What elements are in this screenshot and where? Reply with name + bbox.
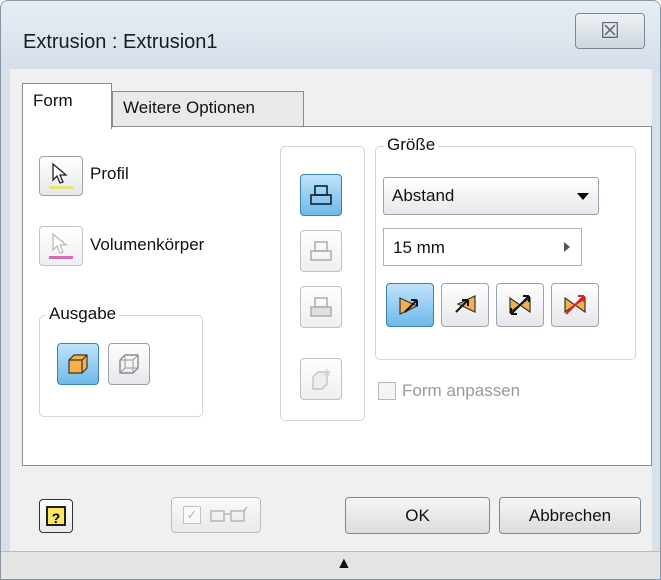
surface-output-icon bbox=[119, 354, 139, 374]
cursor-arrow-icon bbox=[49, 162, 73, 189]
chevron-down-icon bbox=[577, 193, 589, 200]
tab-weitere-optionen[interactable]: Weitere Optionen bbox=[112, 91, 304, 127]
dialog-title: Extrusion : Extrusion1 bbox=[23, 31, 218, 53]
distance-input[interactable]: 15 mm bbox=[383, 228, 582, 266]
solid-output-icon bbox=[68, 354, 88, 374]
match-shape-checkbox[interactable] bbox=[378, 382, 396, 400]
dialog-client: Form Weitere Optionen Profil Volumenkörp… bbox=[10, 69, 652, 565]
form-tab-panel: Profil Volumenkörper Ausgabe Größe Absta… bbox=[22, 126, 652, 466]
size-legend: Größe bbox=[384, 135, 439, 155]
asymmetric-button[interactable] bbox=[551, 283, 599, 327]
collapse-arrow-icon: ▲ bbox=[336, 555, 352, 572]
distance-flyout-arrow-icon[interactable] bbox=[564, 242, 570, 252]
help-button[interactable]: ? bbox=[39, 499, 73, 533]
intersect-button[interactable] bbox=[300, 286, 342, 328]
expand-strip[interactable]: ▲ bbox=[1, 551, 660, 579]
title-bar[interactable]: Extrusion : Extrusion1 ☒ bbox=[1, 1, 660, 69]
output-surface-button[interactable] bbox=[108, 343, 150, 385]
asymmetric-icon bbox=[564, 295, 586, 315]
cursor-arrow-disabled-icon bbox=[49, 232, 73, 259]
ok-button[interactable]: OK bbox=[345, 497, 490, 534]
join-icon bbox=[310, 185, 332, 205]
new-solid-icon bbox=[312, 368, 331, 390]
cut-button[interactable] bbox=[300, 230, 342, 272]
cancel-button[interactable]: Abbrechen bbox=[499, 497, 641, 534]
output-group: Ausgabe bbox=[39, 304, 203, 417]
cut-icon bbox=[310, 241, 332, 261]
extent-dropdown[interactable]: Abstand bbox=[383, 177, 599, 215]
output-legend: Ausgabe bbox=[46, 304, 120, 324]
join-button[interactable] bbox=[300, 174, 342, 216]
profile-select-button[interactable] bbox=[39, 156, 83, 196]
solid-select-button[interactable] bbox=[39, 226, 83, 266]
preview-checkbox-icon: ✓ bbox=[183, 506, 201, 524]
symmetric-icon bbox=[509, 295, 531, 315]
close-icon: ☒ bbox=[600, 18, 620, 43]
help-icon: ? bbox=[46, 506, 66, 526]
direction-2-icon bbox=[455, 295, 476, 313]
solid-label: Volumenkörper bbox=[90, 235, 205, 254]
direction-1-icon bbox=[399, 297, 419, 315]
direction-1-button[interactable] bbox=[386, 283, 434, 327]
new-solid-button[interactable] bbox=[300, 358, 342, 400]
intersect-icon bbox=[310, 297, 332, 317]
output-solid-button[interactable] bbox=[57, 343, 99, 385]
size-group: Größe Abstand 15 mm bbox=[375, 135, 636, 360]
direction-2-button[interactable] bbox=[441, 283, 489, 327]
extrusion-dialog: Extrusion : Extrusion1 ☒ Form Weitere Op… bbox=[0, 0, 661, 580]
profile-label: Profil bbox=[90, 164, 129, 183]
extent-selected-value: Abstand bbox=[392, 186, 455, 205]
preview-toggle-button[interactable]: ✓ bbox=[171, 497, 261, 533]
operation-group bbox=[280, 146, 365, 421]
close-button[interactable]: ☒ bbox=[575, 13, 645, 49]
match-shape-label: Form anpassen bbox=[402, 381, 521, 400]
glasses-icon bbox=[210, 506, 248, 522]
distance-value: 15 mm bbox=[393, 238, 445, 257]
symmetric-button[interactable] bbox=[496, 283, 544, 327]
tab-form[interactable]: Form bbox=[22, 83, 112, 129]
